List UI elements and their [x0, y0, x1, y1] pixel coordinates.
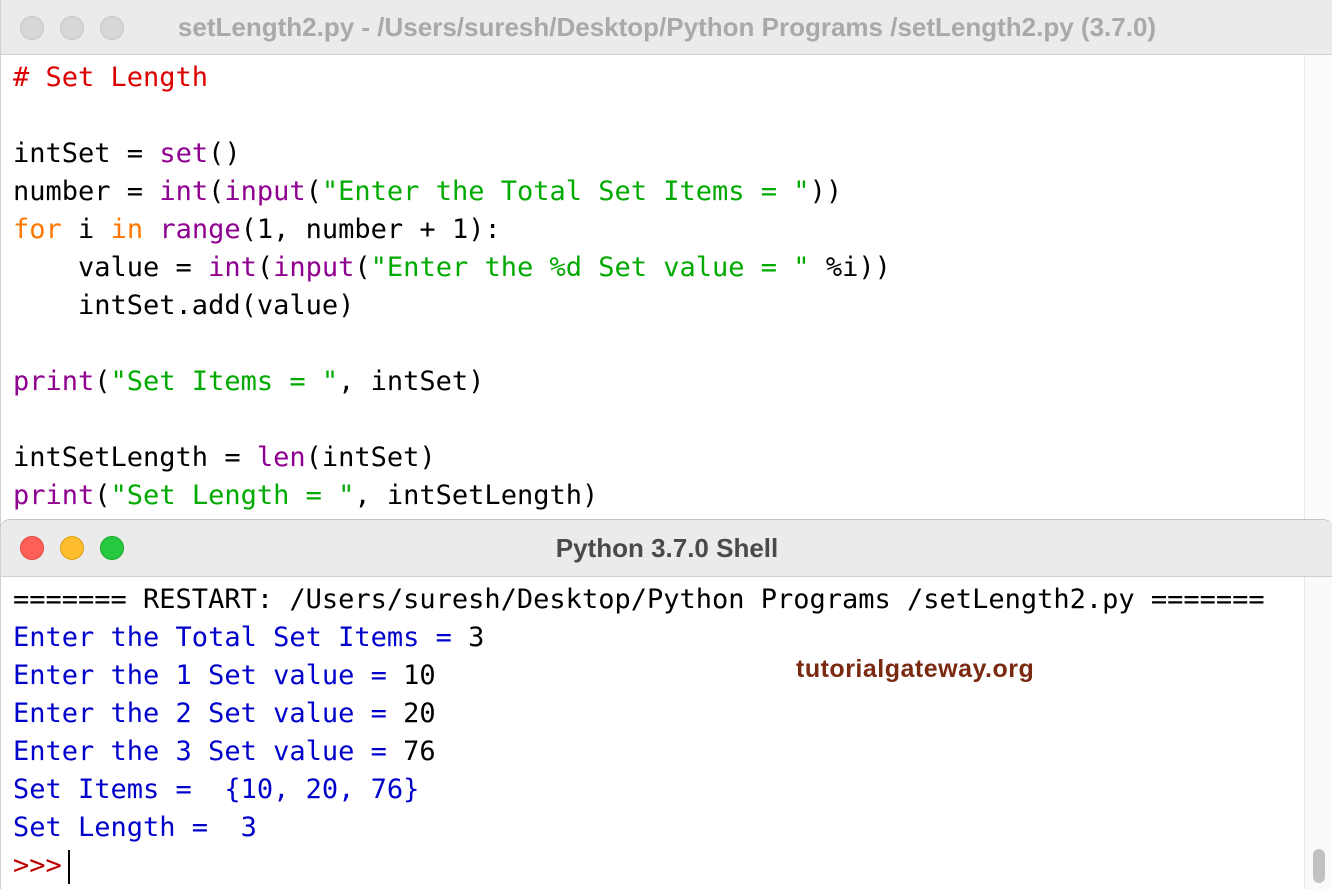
- shell-line: Enter the 1 Set value = 10: [13, 657, 1265, 695]
- code-line: intSet = set(): [13, 135, 891, 173]
- shell-token: Enter the Total Set Items =: [13, 622, 469, 653]
- code-token: (: [354, 252, 371, 283]
- code-editor-text[interactable]: # Set Length intSet = set() number = int(…: [13, 59, 891, 515]
- shell-scrollbar[interactable]: [1304, 577, 1332, 889]
- code-token: (: [256, 252, 274, 283]
- editor-scrollbar[interactable]: [1304, 55, 1332, 530]
- code-token: len: [256, 442, 306, 473]
- code-token: intSet =: [13, 138, 160, 169]
- code-line: value = int(input("Enter the %d Set valu…: [13, 249, 891, 287]
- code-line: intSet.add(value): [13, 287, 891, 325]
- code-token: # Set Length: [13, 62, 209, 93]
- code-token: (: [305, 176, 322, 207]
- shell-line: Enter the 3 Set value = 76: [13, 733, 1265, 771]
- shell-window: Python 3.7.0 Shell ======= RESTART: /Use…: [0, 519, 1332, 889]
- code-token: input: [224, 176, 306, 207]
- code-line: print("Set Items = ", intSet): [13, 363, 891, 401]
- code-token: (): [208, 138, 241, 169]
- editor-title: setLength2.py - /Users/suresh/Desktop/Py…: [177, 12, 1157, 42]
- shell-token: Enter the 2 Set value =: [13, 698, 404, 729]
- shell-token: Set Length = 3: [13, 812, 257, 843]
- shell-token: Enter the 1 Set value =: [13, 660, 404, 691]
- shell-prompt: >>>: [13, 850, 62, 881]
- code-token: intSetLength =: [13, 442, 257, 473]
- shell-title: Python 3.7.0 Shell: [555, 533, 779, 563]
- code-line: for i in range(1, number + 1):: [13, 211, 891, 249]
- code-token: (1, number + 1):: [240, 214, 501, 245]
- code-token: intSet.add(value): [13, 290, 355, 321]
- shell-token: Enter the 3 Set value =: [13, 736, 404, 767]
- code-line: intSetLength = len(intSet): [13, 439, 891, 477]
- code-token: number =: [13, 176, 160, 207]
- code-token: "Set Items = ": [110, 366, 339, 397]
- shell-line: ======= RESTART: /Users/suresh/Desktop/P…: [13, 581, 1265, 619]
- shell-titlebar: Python 3.7.0 Shell: [1, 520, 1332, 577]
- code-token: (: [94, 480, 111, 511]
- editor-titlebar: setLength2.py - /Users/suresh/Desktop/Py…: [1, 0, 1332, 55]
- code-line: number = int(input("Enter the Total Set …: [13, 173, 891, 211]
- editor-window: setLength2.py - /Users/suresh/Desktop/Py…: [0, 0, 1332, 530]
- code-token: )): [809, 176, 843, 207]
- code-token: set: [159, 138, 209, 169]
- code-token: range: [159, 214, 241, 245]
- code-line: print("Set Length = ", intSetLength): [13, 477, 891, 515]
- shell-line: Set Length = 3: [13, 809, 1265, 847]
- code-token: , intSet): [338, 366, 485, 397]
- code-token: print: [13, 480, 95, 511]
- shell-line: Enter the 2 Set value = 20: [13, 695, 1265, 733]
- shell-token: Set Items = {10, 20, 76}: [13, 774, 420, 805]
- code-token: "Enter the Total Set Items = ": [321, 176, 810, 207]
- shell-token: ======= RESTART: /Users/suresh/Desktop/P…: [13, 584, 1265, 615]
- code-token: value =: [13, 252, 209, 283]
- code-token: , intSetLength): [354, 480, 599, 511]
- code-token: input: [273, 252, 355, 283]
- code-line: # Set Length: [13, 59, 891, 97]
- code-token: i: [61, 214, 111, 245]
- shell-token: 20: [403, 698, 436, 729]
- shell-line: Set Items = {10, 20, 76}: [13, 771, 1265, 809]
- code-token: "Enter the %d Set value = ": [370, 252, 810, 283]
- code-token: (: [94, 366, 111, 397]
- code-token: int: [208, 252, 257, 283]
- code-token: for: [13, 214, 62, 245]
- text-cursor: [67, 849, 70, 884]
- scrollbar-thumb[interactable]: [1313, 849, 1325, 883]
- code-token: (: [208, 176, 225, 207]
- code-token: (intSet): [305, 442, 436, 473]
- shell-output[interactable]: ======= RESTART: /Users/suresh/Desktop/P…: [13, 581, 1265, 885]
- watermark-logo: tutorialgateway.org: [796, 655, 1035, 683]
- shell-prompt-line[interactable]: >>>: [13, 847, 1265, 885]
- shell-token: 3: [468, 622, 485, 653]
- code-token: int: [159, 176, 209, 207]
- code-token: in: [110, 214, 144, 245]
- shell-token: 76: [403, 736, 436, 767]
- shell-line: Enter the Total Set Items = 3: [13, 619, 1265, 657]
- shell-token: 10: [403, 660, 436, 691]
- code-token: print: [13, 366, 95, 397]
- code-token: "Set Length = ": [110, 480, 355, 511]
- code-token: %i)): [809, 252, 891, 283]
